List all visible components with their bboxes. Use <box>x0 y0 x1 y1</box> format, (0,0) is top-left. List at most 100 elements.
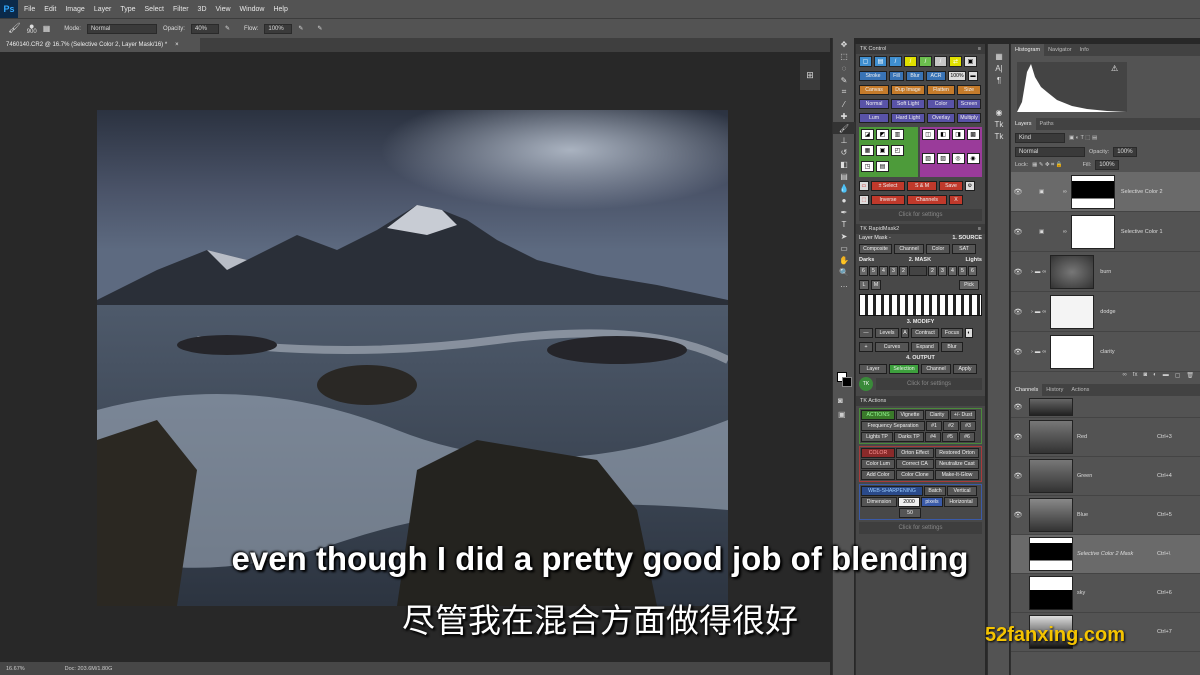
lights-6-button[interactable]: 6 <box>968 266 977 276</box>
menu-select[interactable]: Select <box>145 6 164 13</box>
lum-button[interactable]: Lum <box>859 113 889 123</box>
frequency-separation-button[interactable]: Frequency Separation <box>861 421 925 431</box>
darks-5-button[interactable]: 5 <box>869 266 878 276</box>
menu-file[interactable]: File <box>24 6 35 13</box>
menu-type[interactable]: Type <box>120 6 135 13</box>
midtones-button[interactable] <box>909 266 927 276</box>
channel-row[interactable]: 👁 Red Ctrl+3 <box>1011 418 1200 457</box>
selection-dotted-icon[interactable]: ⬚ <box>859 195 869 205</box>
channel-output-button[interactable]: Channel <box>921 364 951 374</box>
layer-op-icon[interactable]: ▥ <box>891 129 904 140</box>
layer-opacity-input[interactable]: 100% <box>1113 147 1137 157</box>
adjustment-layer-icon[interactable]: ◐ <box>1153 372 1157 384</box>
vignette-button[interactable]: Vignette <box>896 410 924 420</box>
eraser-tool-icon[interactable]: ◧ <box>833 158 855 170</box>
inverse-button[interactable]: Inverse <box>871 195 905 205</box>
tk-rapidmask-icon[interactable]: Tk <box>988 118 1010 130</box>
selection-output-button[interactable]: Selection <box>889 364 919 374</box>
mask-op-icon[interactable]: ◉ <box>966 153 980 164</box>
eye-icon[interactable]: 👁 <box>1011 348 1025 356</box>
history-brush-icon[interactable]: ↺ <box>833 146 855 158</box>
layer-output-button[interactable]: Layer <box>859 364 887 374</box>
lights-2-button[interactable]: 2 <box>928 266 937 276</box>
multiply-button[interactable]: Multiply <box>957 113 981 123</box>
zoom-tool-icon[interactable]: 🔍 <box>833 266 855 278</box>
action-4-button[interactable]: #4 <box>925 432 941 442</box>
menu-edit[interactable]: Edit <box>44 6 56 13</box>
restored-orton-button[interactable]: Restored Orton <box>935 448 979 458</box>
pressure-size-icon[interactable]: ✎ <box>317 25 322 32</box>
darks-tp-button[interactable]: Darks TP <box>894 432 924 442</box>
add-mask-icon[interactable]: ◙ <box>1143 372 1147 384</box>
link-layers-icon[interactable]: ∞ <box>1123 372 1127 384</box>
vertical-button[interactable]: Vertical <box>947 486 977 496</box>
acr-button[interactable]: ACR <box>926 71 946 81</box>
channel-row[interactable]: 👁 Blue Ctrl+5 <box>1011 496 1200 535</box>
delete-layer-icon[interactable]: 🗑 <box>1186 372 1194 384</box>
lights-3-button[interactable]: 3 <box>938 266 947 276</box>
tab-histogram[interactable]: Histogram <box>1011 44 1045 56</box>
hand-tool-icon[interactable]: ✋ <box>833 254 855 266</box>
flow-input[interactable]: 100% <box>264 23 293 34</box>
healing-tool-icon[interactable]: ✚ <box>833 110 855 122</box>
fx-icon[interactable]: fx <box>1133 372 1138 384</box>
eye-icon[interactable]: 👁 <box>1011 268 1025 276</box>
tab-paths[interactable]: Paths <box>1036 118 1058 130</box>
correct-ca-button[interactable]: Correct CA <box>896 459 934 469</box>
panel-menu-icon[interactable]: ≡ <box>978 226 981 232</box>
expand-button[interactable]: Expand <box>911 342 939 352</box>
pen-tool-icon[interactable]: ✒ <box>833 206 855 218</box>
channel-row[interactable]: 👁 Green Ctrl+4 <box>1011 457 1200 496</box>
sat-button[interactable]: SAT <box>952 244 976 254</box>
horizontal-button[interactable]: Horizontal <box>944 497 978 507</box>
lights-4-button[interactable]: 4 <box>948 266 957 276</box>
mode-select[interactable]: Normal <box>86 23 157 34</box>
layer-row[interactable]: 👁 › ▬ ∞ dodge <box>1011 292 1200 332</box>
layer-op-icon[interactable]: ▤ <box>876 161 889 172</box>
layer-row[interactable]: 👁 ▣ ∞ Selective Color 2 <box>1011 172 1200 212</box>
neutralize-cast-button[interactable]: Neutralize Cast <box>935 459 979 469</box>
chevron-right-icon[interactable]: › <box>1031 269 1033 275</box>
a-button[interactable]: A <box>901 328 909 338</box>
tk-actions-icon[interactable]: Tk <box>988 130 1010 142</box>
quick-mask-icon[interactable]: ◙ <box>838 396 843 405</box>
action-1-button[interactable]: #1 <box>926 421 942 431</box>
selection-icon[interactable]: ▭ <box>859 181 869 191</box>
action-6-button[interactable]: #6 <box>959 432 975 442</box>
tk-actions-settings[interactable]: Click for settings <box>859 522 982 534</box>
quick-select-tool-icon[interactable]: ✎ <box>833 74 855 86</box>
kind-filter[interactable]: Kind <box>1015 133 1065 143</box>
lights-5-button[interactable]: 5 <box>958 266 967 276</box>
fill-button[interactable]: Fill <box>889 71 904 81</box>
lights-tp-button[interactable]: Lights TP <box>861 432 893 442</box>
stamp-tool-icon[interactable]: ⊥ <box>833 134 855 146</box>
menu-view[interactable]: View <box>216 6 231 13</box>
menu-window[interactable]: Window <box>240 6 265 13</box>
pixels-button[interactable]: pixels <box>921 497 943 507</box>
composite-button[interactable]: Composite <box>859 244 892 254</box>
rapidmask-settings[interactable]: Click for settings <box>876 378 982 390</box>
chevron-right-icon[interactable]: › <box>1031 309 1033 315</box>
brush-black-icon[interactable]: / <box>904 56 917 67</box>
brush-tool-icon[interactable]: 🖌 <box>8 23 21 34</box>
opacity-input[interactable]: 40% <box>190 23 219 34</box>
apply-button[interactable]: Apply <box>953 364 977 374</box>
paragraph-icon[interactable]: ¶ <box>988 74 1010 86</box>
tk-control-icon[interactable]: ◉ <box>988 106 1010 118</box>
add-color-button[interactable]: Add Color <box>861 470 895 480</box>
gradient-tool-icon[interactable]: ▤ <box>833 170 855 182</box>
s-and-m-button[interactable]: S & M <box>907 181 937 191</box>
blur-button[interactable]: Blur <box>906 71 924 81</box>
darks-4-button[interactable]: 4 <box>879 266 888 276</box>
airbrush-icon[interactable]: ✎ <box>298 25 303 32</box>
type-tool-icon[interactable]: T <box>833 218 855 230</box>
brush-gray-icon[interactable]: / <box>934 56 947 67</box>
zone-sliders[interactable] <box>859 294 982 316</box>
brush-settings-icon[interactable]: ▦ <box>988 50 1010 62</box>
marquee-tool-icon[interactable]: ⬚ <box>833 50 855 62</box>
minus-modify-button[interactable]: — <box>859 328 873 338</box>
shape-tool-icon[interactable]: ▭ <box>833 242 855 254</box>
normal-button[interactable]: Normal <box>859 99 889 109</box>
panel-menu-icon[interactable]: ≡ <box>978 46 981 52</box>
tab-navigator[interactable]: Navigator <box>1044 44 1076 56</box>
